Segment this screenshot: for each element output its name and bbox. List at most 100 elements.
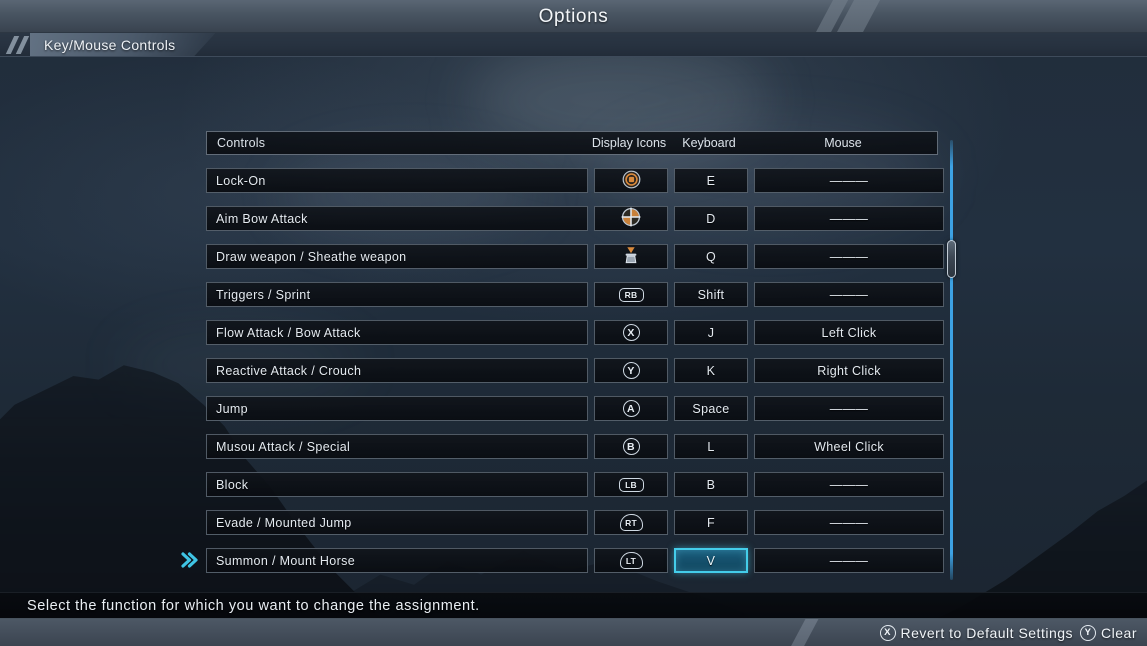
display-icon-cell: LB (594, 472, 668, 497)
display-icon-cell: RT (594, 510, 668, 535)
table-row[interactable]: Lock-On E ——— (206, 168, 944, 193)
control-name-cell[interactable]: Summon / Mount Horse (206, 548, 588, 573)
title-bar: Options (0, 0, 1147, 33)
control-name-cell[interactable]: Reactive Attack / Crouch (206, 358, 588, 383)
display-icon-cell (594, 244, 668, 269)
control-name-cell[interactable]: Aim Bow Attack (206, 206, 588, 231)
selection-chevron-icon (179, 549, 201, 571)
mouse-binding-cell[interactable]: ——— (754, 510, 944, 535)
display-icon-cell: RB (594, 282, 668, 307)
column-header-mouse: Mouse (824, 136, 862, 150)
control-name-cell[interactable]: Flow Attack / Bow Attack (206, 320, 588, 345)
mouse-binding-cell[interactable]: ——— (754, 548, 944, 573)
mouse-binding-cell[interactable]: ——— (754, 472, 944, 497)
column-header-controls: Controls (217, 136, 266, 150)
keyboard-binding-cell[interactable]: D (674, 206, 748, 231)
keyboard-binding-cell[interactable]: J (674, 320, 748, 345)
face-button-b-icon: B (622, 438, 640, 455)
table-row[interactable]: Summon / Mount Horse LT V ——— (181, 548, 944, 573)
column-header-keyboard: Keyboard (682, 136, 736, 150)
face-button-icon: Y (622, 362, 640, 379)
page-title: Options (538, 6, 609, 27)
description-bar: Select the function for which you want t… (0, 592, 1147, 619)
face-button-y-icon: Y (622, 362, 640, 379)
table-rows-container: Lock-On E ——— Aim Bow Attack D ——— Draw weapon… (181, 168, 944, 573)
keyboard-binding-cell[interactable]: Shift (674, 282, 748, 307)
display-icon-cell: A (594, 396, 668, 421)
display-icon-cell: X (594, 320, 668, 345)
table-row[interactable]: Block LB B ——— (206, 472, 944, 497)
mouse-binding-cell[interactable]: Right Click (754, 358, 944, 383)
display-icon-cell: B (594, 434, 668, 459)
table-row[interactable]: Jump A Space ——— (206, 396, 944, 421)
footer-slash-decoration (788, 619, 821, 646)
mouse-binding-cell[interactable]: ——— (754, 206, 944, 231)
crosshair-icon (621, 207, 641, 230)
mouse-binding-cell[interactable]: ——— (754, 282, 944, 307)
controls-table: Controls Display Icons Keyboard Mouse Lo… (181, 131, 944, 573)
tab-key-mouse-controls[interactable]: Key/Mouse Controls (30, 33, 215, 57)
face-button-x-icon: X (622, 324, 640, 341)
face-button-y-icon: Y (1080, 624, 1097, 641)
table-row[interactable]: Triggers / Sprint RB Shift ——— (206, 282, 944, 307)
table-row[interactable]: Aim Bow Attack D ——— (206, 206, 944, 231)
keyboard-binding-cell[interactable]: B (674, 472, 748, 497)
face-button-x-icon: X (879, 624, 896, 641)
mouse-binding-cell[interactable]: ——— (754, 168, 944, 193)
description-text: Select the function for which you want t… (27, 597, 480, 614)
footer-hint[interactable]: Y Clear (1080, 624, 1137, 641)
mouse-binding-cell[interactable]: ——— (754, 396, 944, 421)
footer-bar: X Revert to Default Settings Y Clear (0, 619, 1147, 646)
display-icon-cell: Y (594, 358, 668, 383)
mouse-binding-cell[interactable]: ——— (754, 244, 944, 269)
table-row[interactable]: Draw weapon / Sheathe weapon Q ——— (206, 244, 944, 269)
control-name-cell[interactable]: Triggers / Sprint (206, 282, 588, 307)
control-name-cell[interactable]: Block (206, 472, 588, 497)
control-name-cell[interactable]: Evade / Mounted Jump (206, 510, 588, 535)
table-row[interactable]: Musou Attack / Special B L Wheel Click (206, 434, 944, 459)
mouse-binding-cell[interactable]: Wheel Click (754, 434, 944, 459)
display-icon-cell (594, 168, 668, 193)
trigger-button-lt-icon: LT (619, 552, 643, 569)
table-row[interactable]: Flow Attack / Bow Attack X J Left Click (206, 320, 944, 345)
face-button-icon: X (622, 324, 640, 341)
display-icon-cell: LT (594, 548, 668, 573)
face-button-icon: B (622, 438, 640, 455)
table-row[interactable]: Evade / Mounted Jump RT F ——— (206, 510, 944, 535)
bumper-button-rb-icon: RB (618, 287, 644, 302)
mouse-binding-cell[interactable]: Left Click (754, 320, 944, 345)
tab-bar: Key/Mouse Controls (0, 33, 1147, 57)
scrollbar-track[interactable] (947, 140, 956, 580)
keyboard-binding-cell[interactable]: V (674, 548, 748, 573)
control-name-cell[interactable]: Lock-On (206, 168, 588, 193)
display-icon-cell (594, 206, 668, 231)
control-name-cell[interactable]: Draw weapon / Sheathe weapon (206, 244, 588, 269)
bumper-button-lb-icon: LB (618, 477, 644, 492)
column-header-display-icons: Display Icons (591, 136, 667, 150)
control-name-cell[interactable]: Jump (206, 396, 588, 421)
scrollbar-thumb[interactable] (947, 240, 956, 278)
table-header-row: Controls Display Icons Keyboard Mouse (206, 131, 938, 155)
options-screen: Options Key/Mouse Controls Controls Disp… (0, 0, 1147, 646)
table-row[interactable]: Reactive Attack / Crouch Y K Right Click (206, 358, 944, 383)
keyboard-binding-cell[interactable]: F (674, 510, 748, 535)
footer-hint[interactable]: X Revert to Default Settings (879, 624, 1074, 641)
bumper-button-icon: RB (618, 287, 644, 302)
control-name-cell[interactable]: Musou Attack / Special (206, 434, 588, 459)
trigger-button-rt-icon: RT (619, 514, 643, 531)
face-button-a-icon: A (622, 400, 640, 417)
keyboard-binding-cell[interactable]: L (674, 434, 748, 459)
lock-on-target-icon (622, 170, 641, 192)
trigger-button-icon: LT (619, 552, 643, 569)
draw-weapon-icon (621, 245, 641, 268)
footer-hints: X Revert to Default Settings Y Clear (879, 619, 1138, 646)
bumper-button-icon: LB (618, 477, 644, 492)
keyboard-binding-cell[interactable]: K (674, 358, 748, 383)
keyboard-binding-cell[interactable]: Space (674, 396, 748, 421)
trigger-button-icon: RT (619, 514, 643, 531)
footer-hint-label: Revert to Default Settings (900, 624, 1074, 641)
face-button-icon: A (622, 400, 640, 417)
footer-hint-label: Clear (1101, 624, 1137, 641)
keyboard-binding-cell[interactable]: E (674, 168, 748, 193)
keyboard-binding-cell[interactable]: Q (674, 244, 748, 269)
